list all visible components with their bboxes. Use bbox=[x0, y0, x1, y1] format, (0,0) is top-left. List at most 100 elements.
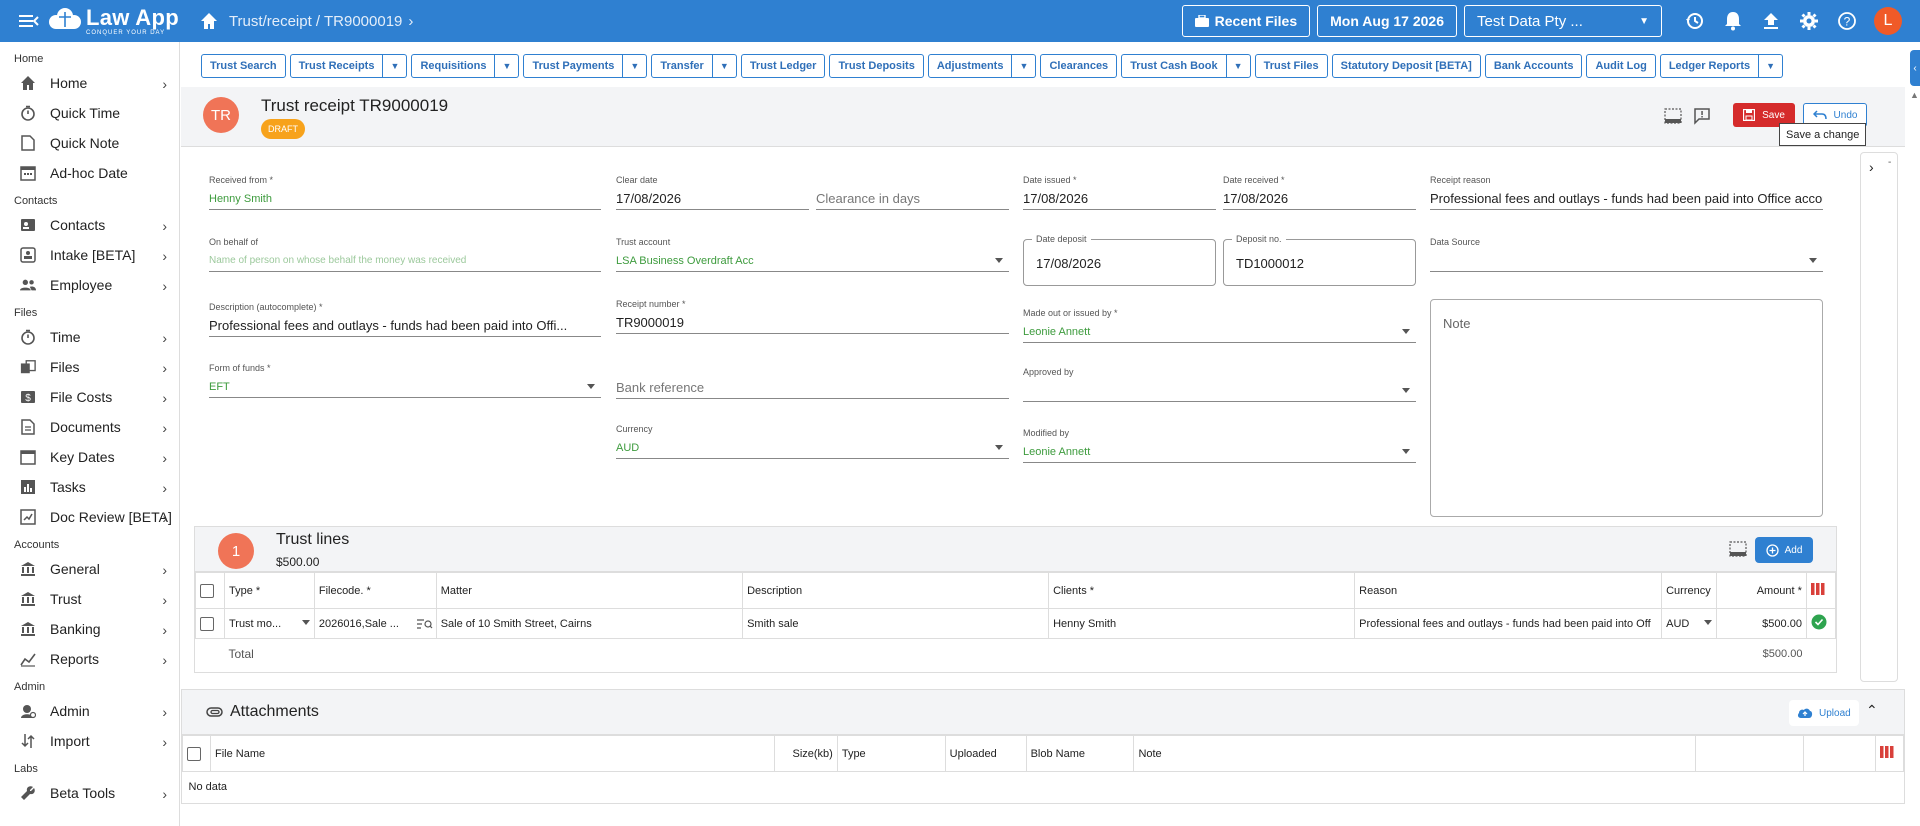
help-icon[interactable]: ? bbox=[1835, 9, 1859, 33]
select-all-checkbox[interactable] bbox=[200, 583, 214, 598]
statutory-deposit-button[interactable]: Statutory Deposit [BETA] bbox=[1331, 54, 1481, 78]
column-header[interactable]: File Name bbox=[209, 735, 775, 772]
column-header[interactable]: Clients * bbox=[1048, 572, 1356, 609]
trust-cash-book-dropdown[interactable]: ▼ bbox=[1226, 54, 1251, 78]
currency-select[interactable]: AUD bbox=[616, 437, 1009, 459]
side-panel-toggle[interactable]: ‹ bbox=[1910, 50, 1920, 86]
upload-button[interactable]: Upload bbox=[1789, 700, 1859, 726]
columns-icon[interactable] bbox=[1810, 583, 1825, 595]
row-checkbox[interactable] bbox=[200, 616, 214, 631]
comment-alert-icon[interactable] bbox=[1693, 107, 1711, 125]
add-line-button[interactable]: Add bbox=[1755, 537, 1813, 563]
ledger-reports-button[interactable]: Ledger Reports bbox=[1659, 54, 1760, 78]
approved-by-select[interactable] bbox=[1023, 380, 1416, 402]
receipt-reason-input[interactable]: Professional fees and outlays - funds ha… bbox=[1430, 188, 1823, 210]
column-header[interactable]: Matter bbox=[435, 572, 744, 609]
column-header[interactable]: Note bbox=[1133, 735, 1697, 772]
bell-icon[interactable] bbox=[1721, 9, 1745, 33]
trust-payments-button[interactable]: Trust Payments bbox=[523, 54, 624, 78]
scroll-up-icon[interactable]: ▲ bbox=[1910, 90, 1919, 100]
deposit-no-field[interactable]: Deposit no. TD1000012 bbox=[1223, 234, 1416, 286]
trust-deposits-button[interactable]: Trust Deposits bbox=[829, 54, 924, 78]
sidebar-item-intake[interactable]: Intake [BETA] › bbox=[0, 240, 179, 270]
date-issued-input[interactable]: 17/08/2026 bbox=[1023, 188, 1216, 210]
sidebar-item-file-costs[interactable]: $ File Costs › bbox=[0, 382, 179, 412]
sidebar-item-key-dates[interactable]: Key Dates › bbox=[0, 442, 179, 472]
description-cell[interactable]: Smith sale bbox=[742, 608, 1050, 639]
amount-cell[interactable]: $500.00 bbox=[1716, 608, 1807, 639]
data-source-select[interactable] bbox=[1430, 250, 1823, 272]
column-header[interactable]: Currency bbox=[1661, 572, 1718, 609]
adjustments-dropdown[interactable]: ▼ bbox=[1012, 54, 1037, 78]
on-behalf-input[interactable]: Name of person on whose behalf the money… bbox=[209, 250, 601, 272]
bank-accounts-button[interactable]: Bank Accounts bbox=[1484, 54, 1583, 78]
currency-cell[interactable]: AUD bbox=[1661, 608, 1718, 639]
select-all-checkbox[interactable] bbox=[187, 746, 201, 761]
clients-cell[interactable]: Henny Smith bbox=[1048, 608, 1356, 639]
date-deposit-field[interactable]: Date deposit 17/08/2026 bbox=[1023, 234, 1216, 286]
transfer-button[interactable]: Transfer bbox=[651, 54, 713, 78]
column-header[interactable]: Size(kb) bbox=[773, 735, 838, 772]
app-logo[interactable]: Law App CONQUER YOUR DAY bbox=[48, 6, 179, 36]
columns-icon[interactable] bbox=[1879, 746, 1894, 758]
sidebar-item-beta-tools[interactable]: Beta Tools › bbox=[0, 778, 179, 808]
clear-date-input[interactable]: 17/08/2026 bbox=[616, 188, 809, 210]
trust-files-button[interactable]: Trust Files bbox=[1254, 54, 1328, 78]
made-out-by-select[interactable]: Leonie Annett bbox=[1023, 321, 1416, 343]
column-header[interactable]: Reason bbox=[1354, 572, 1663, 609]
sidebar-item-admin[interactable]: Admin › bbox=[0, 696, 179, 726]
matter-cell[interactable]: Sale of 10 Smith Street, Cairns bbox=[435, 608, 744, 639]
clearances-button[interactable]: Clearances bbox=[1040, 54, 1118, 78]
column-header[interactable]: Description bbox=[742, 572, 1050, 609]
receipt-number-input[interactable]: TR9000019 bbox=[616, 312, 1009, 334]
trust-receipts-button[interactable]: Trust Receipts bbox=[289, 54, 384, 78]
date-button[interactable]: Mon Aug 17 2026 bbox=[1317, 5, 1457, 37]
sidebar-item-reports[interactable]: Reports › bbox=[0, 644, 179, 674]
ledger-reports-dropdown[interactable]: ▼ bbox=[1759, 54, 1784, 78]
company-select[interactable]: Test Data Pty ... ▼ bbox=[1464, 5, 1662, 37]
date-received-input[interactable]: 17/08/2026 bbox=[1223, 188, 1416, 210]
sidebar-item-tasks[interactable]: Tasks › bbox=[0, 472, 179, 502]
requisitions-button[interactable]: Requisitions bbox=[411, 54, 496, 78]
reason-cell[interactable]: Professional fees and outlays - funds ha… bbox=[1354, 608, 1663, 639]
sidebar-item-quick-time[interactable]: Quick Time bbox=[0, 98, 179, 128]
breadcrumb-text[interactable]: Trust/receipt / TR9000019 bbox=[229, 13, 402, 30]
received-from-input[interactable]: Henny Smith bbox=[209, 188, 601, 210]
trust-cash-book-button[interactable]: Trust Cash Book bbox=[1121, 54, 1227, 78]
modified-by-select[interactable]: Leonie Annett bbox=[1023, 441, 1416, 463]
history-icon[interactable] bbox=[1683, 9, 1707, 33]
sidebar-item-employee[interactable]: Employee › bbox=[0, 270, 179, 300]
adjustments-button[interactable]: Adjustments bbox=[927, 54, 1013, 78]
sidebar-item-quick-note[interactable]: Quick Note bbox=[0, 128, 179, 158]
sidebar-item-documents[interactable]: Documents › bbox=[0, 412, 179, 442]
trust-receipts-dropdown[interactable]: ▼ bbox=[383, 54, 408, 78]
column-header[interactable]: Blob Name bbox=[1025, 735, 1135, 772]
chevron-up-icon[interactable]: ⌃ bbox=[1866, 702, 1878, 719]
bank-reference-input[interactable]: Bank reference bbox=[616, 377, 1009, 399]
form-of-funds-select[interactable]: EFT bbox=[209, 376, 601, 398]
trust-payments-dropdown[interactable]: ▼ bbox=[623, 54, 648, 78]
requisitions-dropdown[interactable]: ▼ bbox=[495, 54, 520, 78]
trust-account-select[interactable]: LSA Business Overdraft Acc bbox=[616, 250, 1009, 272]
sidebar-item-contacts[interactable]: Contacts › bbox=[0, 210, 179, 240]
table-row[interactable]: Trust mo... 2026016,Sale ... Sale of 10 … bbox=[195, 608, 1837, 639]
home-icon[interactable] bbox=[199, 11, 219, 31]
sidebar-item-home[interactable]: Home › bbox=[0, 68, 179, 98]
upload-icon[interactable] bbox=[1759, 9, 1783, 33]
trust-search-button[interactable]: Trust Search bbox=[201, 54, 286, 78]
column-header[interactable]: Filecode. * bbox=[313, 572, 437, 609]
column-header[interactable]: Amount * bbox=[1716, 572, 1807, 609]
menu-icon[interactable] bbox=[18, 10, 40, 32]
filecode-cell[interactable]: 2026016,Sale ... bbox=[313, 608, 437, 639]
audit-log-button[interactable]: Audit Log bbox=[1586, 54, 1656, 78]
type-cell[interactable]: Trust mo... bbox=[223, 608, 315, 639]
sidebar-item-doc-review[interactable]: Doc Review [BETA] › bbox=[0, 502, 179, 532]
column-header[interactable]: Type bbox=[836, 735, 946, 772]
trust-ledger-button[interactable]: Trust Ledger bbox=[740, 54, 826, 78]
note-textarea[interactable]: Note bbox=[1430, 299, 1823, 517]
description-input[interactable]: Professional fees and outlays - funds ha… bbox=[209, 315, 601, 337]
gear-icon[interactable] bbox=[1797, 9, 1821, 33]
sidebar-item-files[interactable]: Files › bbox=[0, 352, 179, 382]
user-avatar[interactable]: L bbox=[1874, 7, 1902, 35]
collapse-dash-icon[interactable]: - bbox=[1888, 157, 1891, 168]
